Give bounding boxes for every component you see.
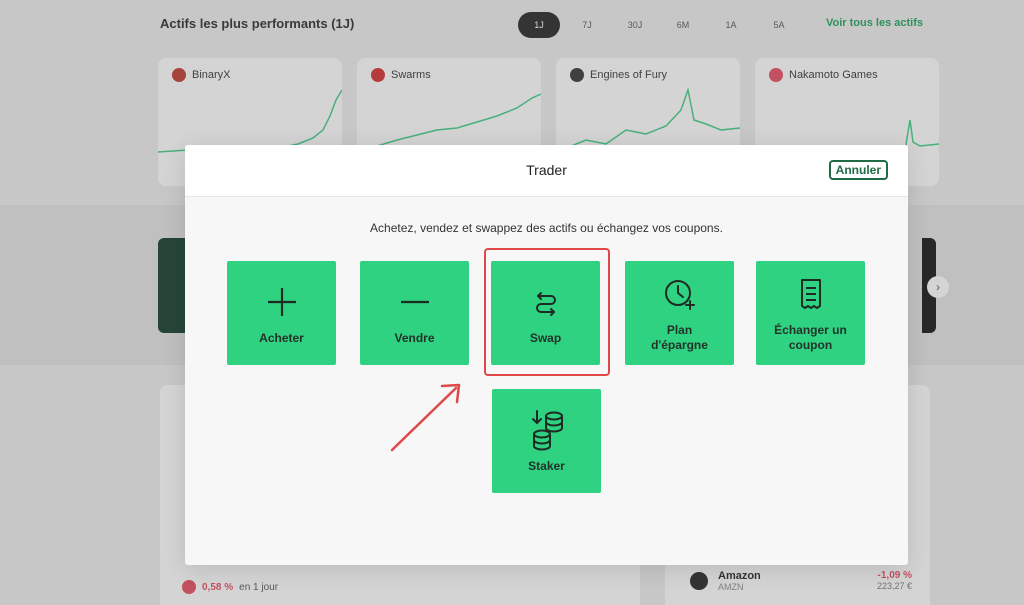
minus-icon bbox=[400, 300, 429, 303]
modal-description: Achetez, vendez et swappez des actifs ou… bbox=[370, 221, 723, 235]
savings-plan-button[interactable]: Plan d'épargne bbox=[625, 261, 734, 365]
action-label: Vendre bbox=[394, 330, 435, 345]
sell-button[interactable]: Vendre bbox=[360, 261, 469, 365]
buy-button[interactable]: Acheter bbox=[227, 261, 336, 365]
modal-header: Trader Annuler bbox=[185, 145, 908, 197]
cancel-button[interactable]: Annuler bbox=[828, 160, 888, 180]
action-label: Échanger un coupon bbox=[774, 323, 847, 352]
swap-button[interactable]: Swap bbox=[491, 261, 600, 365]
action-label: Acheter bbox=[259, 330, 304, 345]
redeem-coupon-button[interactable]: Échanger un coupon bbox=[756, 261, 865, 365]
trader-modal: Trader Annuler Achetez, vendez et swappe… bbox=[185, 145, 908, 565]
clock-plus-icon bbox=[664, 280, 695, 310]
plus-icon bbox=[267, 287, 296, 316]
receipt-icon bbox=[800, 279, 821, 309]
action-label: Plan d'épargne bbox=[651, 323, 708, 352]
action-label: Swap bbox=[529, 330, 562, 345]
modal-title: Trader bbox=[526, 162, 567, 178]
swap-arrows-icon bbox=[535, 291, 556, 316]
action-label: Staker bbox=[528, 458, 565, 473]
stake-button[interactable]: Staker bbox=[492, 389, 601, 493]
coin-stack-icon bbox=[531, 409, 563, 450]
